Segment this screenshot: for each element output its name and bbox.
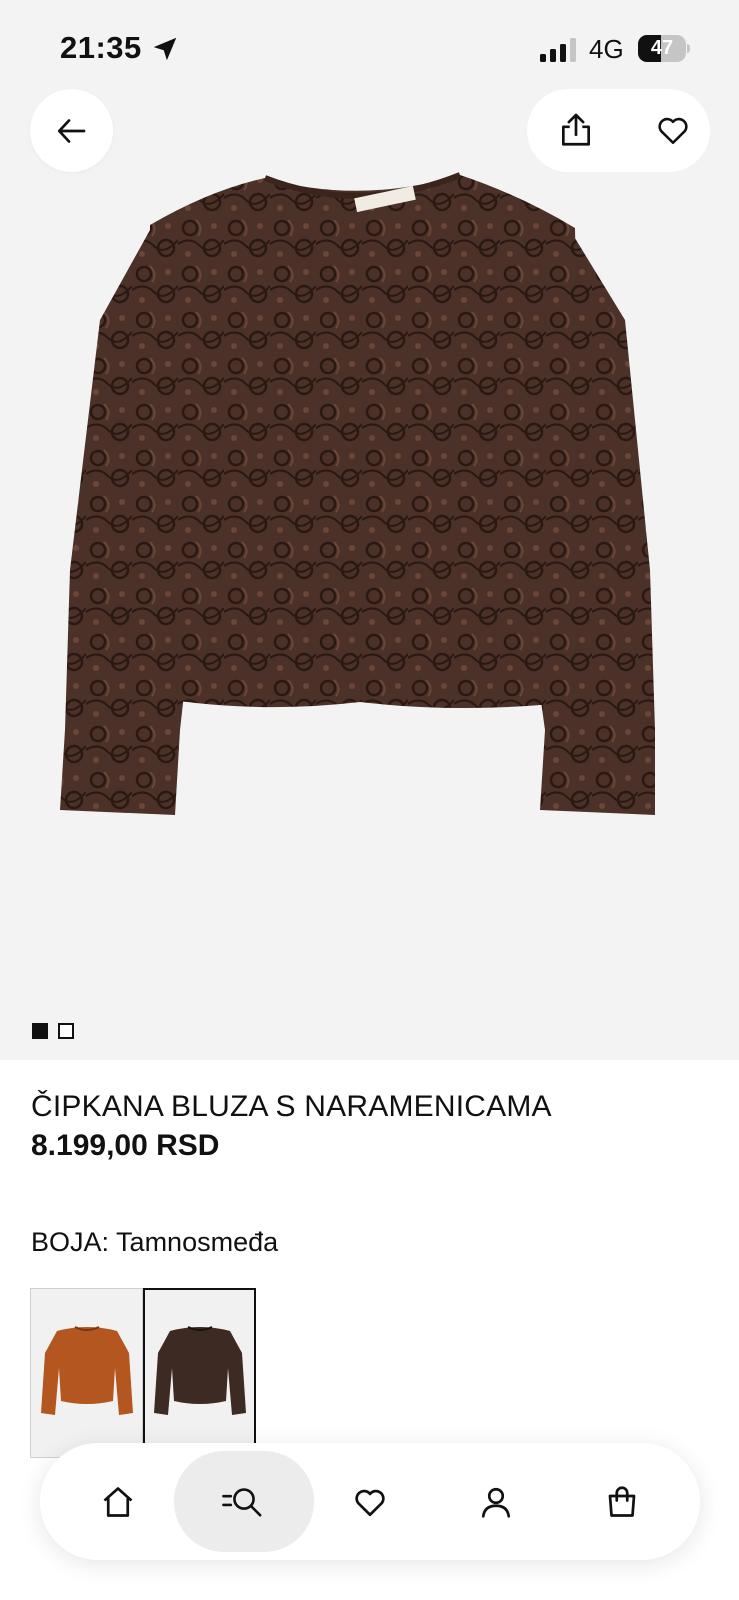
- status-bar: 21:35 4G 47: [0, 0, 739, 90]
- battery-level: 47: [650, 37, 674, 59]
- battery-icon: 47: [638, 35, 690, 62]
- color-swatches: [30, 1288, 256, 1458]
- home-icon: [103, 1486, 133, 1517]
- nav-home[interactable]: [48, 1451, 188, 1552]
- header-actions: [527, 89, 710, 172]
- bag-icon: [608, 1485, 636, 1517]
- product-title: ČIPKANA BLUZA S NARAMENICAMA: [31, 1090, 552, 1123]
- color-swatch-dark-brown[interactable]: [143, 1288, 256, 1458]
- nav-account[interactable]: [426, 1451, 566, 1552]
- swatch-image: [40, 1326, 133, 1415]
- favorite-button[interactable]: [652, 109, 694, 151]
- color-label-row: BOJA: Tamnosmeđa: [31, 1227, 278, 1258]
- heart-icon: [355, 1489, 385, 1516]
- color-label: BOJA:: [31, 1227, 110, 1257]
- back-button[interactable]: [30, 89, 113, 172]
- product-gallery[interactable]: 21:35 4G 47: [0, 0, 739, 1060]
- heart-icon: [658, 117, 688, 145]
- gallery-dot[interactable]: [58, 1023, 74, 1039]
- share-icon: [561, 113, 591, 146]
- color-swatch-rust[interactable]: [30, 1288, 143, 1458]
- swatch-image: [153, 1326, 246, 1415]
- nav-favorites[interactable]: [300, 1451, 440, 1552]
- product-page: 21:35 4G 47 ČIPKANA BLUZA S NARAMENICAMA…: [0, 0, 739, 1600]
- account-icon: [481, 1487, 511, 1518]
- share-button[interactable]: [555, 109, 597, 151]
- network-type: 4G: [589, 34, 624, 64]
- signal-icon: [540, 38, 576, 62]
- gallery-dot[interactable]: [32, 1023, 48, 1039]
- nav-search[interactable]: [174, 1451, 314, 1552]
- gallery-pagination: [32, 1023, 74, 1039]
- arrow-left-icon: [57, 118, 85, 143]
- product-price: 8.199,00 RSD: [31, 1129, 220, 1162]
- search-icon: [222, 1487, 262, 1517]
- color-value: Tamnosmeđa: [116, 1227, 279, 1257]
- product-image: [60, 172, 655, 815]
- location-arrow-icon: [153, 37, 177, 61]
- status-time: 21:35: [60, 30, 142, 65]
- bottom-nav: [40, 1443, 700, 1560]
- nav-bag[interactable]: [552, 1451, 692, 1552]
